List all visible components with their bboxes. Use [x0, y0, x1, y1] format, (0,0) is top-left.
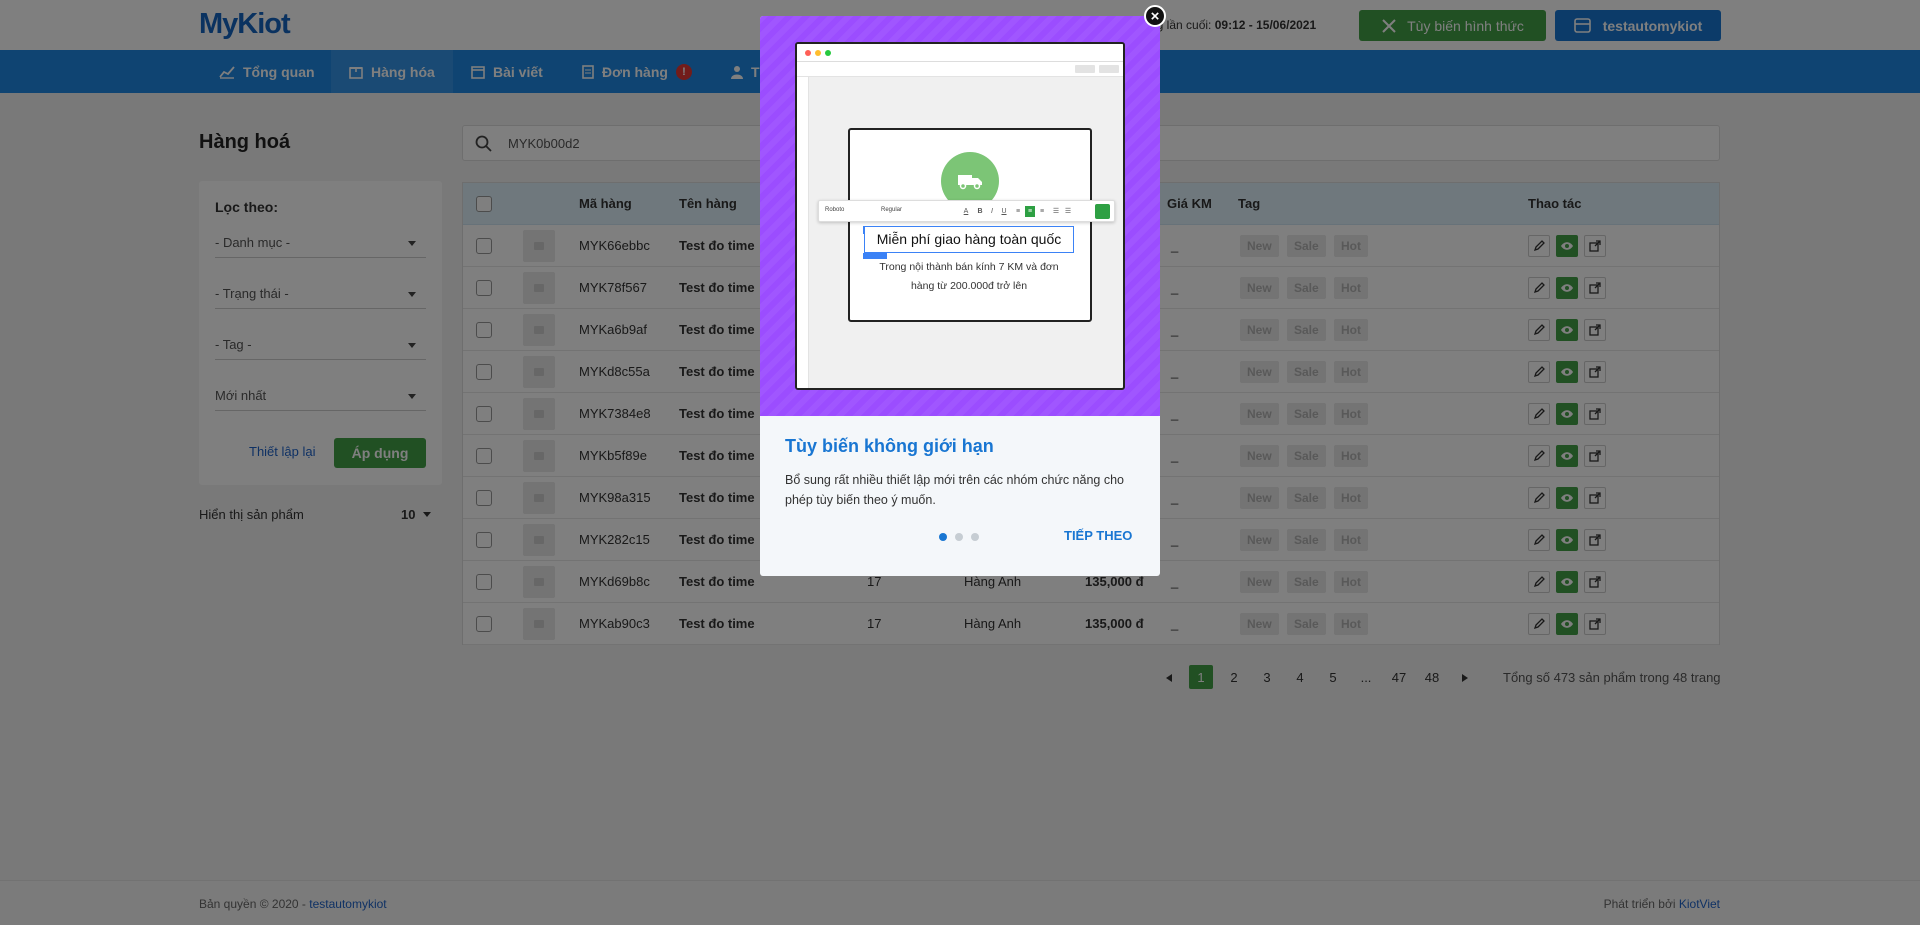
- text-format-toolbar: Roboto Regular A B I U ≡ ≡ ≡ ☰ ☰: [818, 200, 1115, 222]
- modal-illustration: Roboto Regular A B I U ≡ ≡ ≡ ☰ ☰ Miễn ph…: [760, 16, 1160, 416]
- unordered-list-icon: ☰: [1064, 208, 1072, 215]
- minimize-dot-icon: [815, 50, 821, 56]
- browser-subbar: [797, 62, 1123, 77]
- step-indicator-2[interactable]: [955, 533, 963, 541]
- align-right-icon: ≡: [1039, 208, 1045, 215]
- modal-title: Tùy biến không giới hạn: [785, 436, 994, 456]
- bold-icon: B: [977, 208, 983, 215]
- align-center-icon: ≡: [1025, 206, 1035, 217]
- font-weight-value: Regular: [881, 207, 903, 213]
- text-color-icon: A: [963, 208, 969, 215]
- align-left-icon: ≡: [1015, 208, 1021, 215]
- step-indicator-1[interactable]: [939, 533, 947, 541]
- maximize-dot-icon: [825, 50, 831, 56]
- placeholder-block: [1075, 65, 1095, 73]
- preview-description: Trong nội thành bán kính 7 KM và đơn hàn…: [879, 261, 1059, 292]
- confirm-check-icon: [1095, 204, 1110, 219]
- placeholder-block: [1099, 65, 1119, 73]
- close-modal-icon[interactable]: ×: [1144, 5, 1166, 27]
- feature-intro-modal: Roboto Regular A B I U ≡ ≡ ≡ ☰ ☰ Miễn ph…: [760, 16, 1160, 576]
- underline-icon: U: [1001, 208, 1007, 215]
- modal-description: Bổ sung rất nhiều thiết lập mới trên các…: [785, 473, 1124, 507]
- italic-icon: I: [991, 208, 993, 215]
- step-indicator-3[interactable]: [971, 533, 979, 541]
- browser-mockup: Roboto Regular A B I U ≡ ≡ ≡ ☰ ☰ Miễn ph…: [795, 42, 1125, 390]
- ordered-list-icon: ☰: [1052, 208, 1060, 215]
- browser-sidebar: [797, 77, 809, 388]
- browser-titlebar: [797, 44, 1123, 62]
- close-dot-icon: [805, 50, 811, 56]
- next-step-button[interactable]: TIẾP THEO: [1064, 528, 1132, 543]
- preview-heading: Miễn phí giao hàng toàn quốc: [864, 226, 1074, 253]
- font-family-value: Roboto: [825, 207, 845, 213]
